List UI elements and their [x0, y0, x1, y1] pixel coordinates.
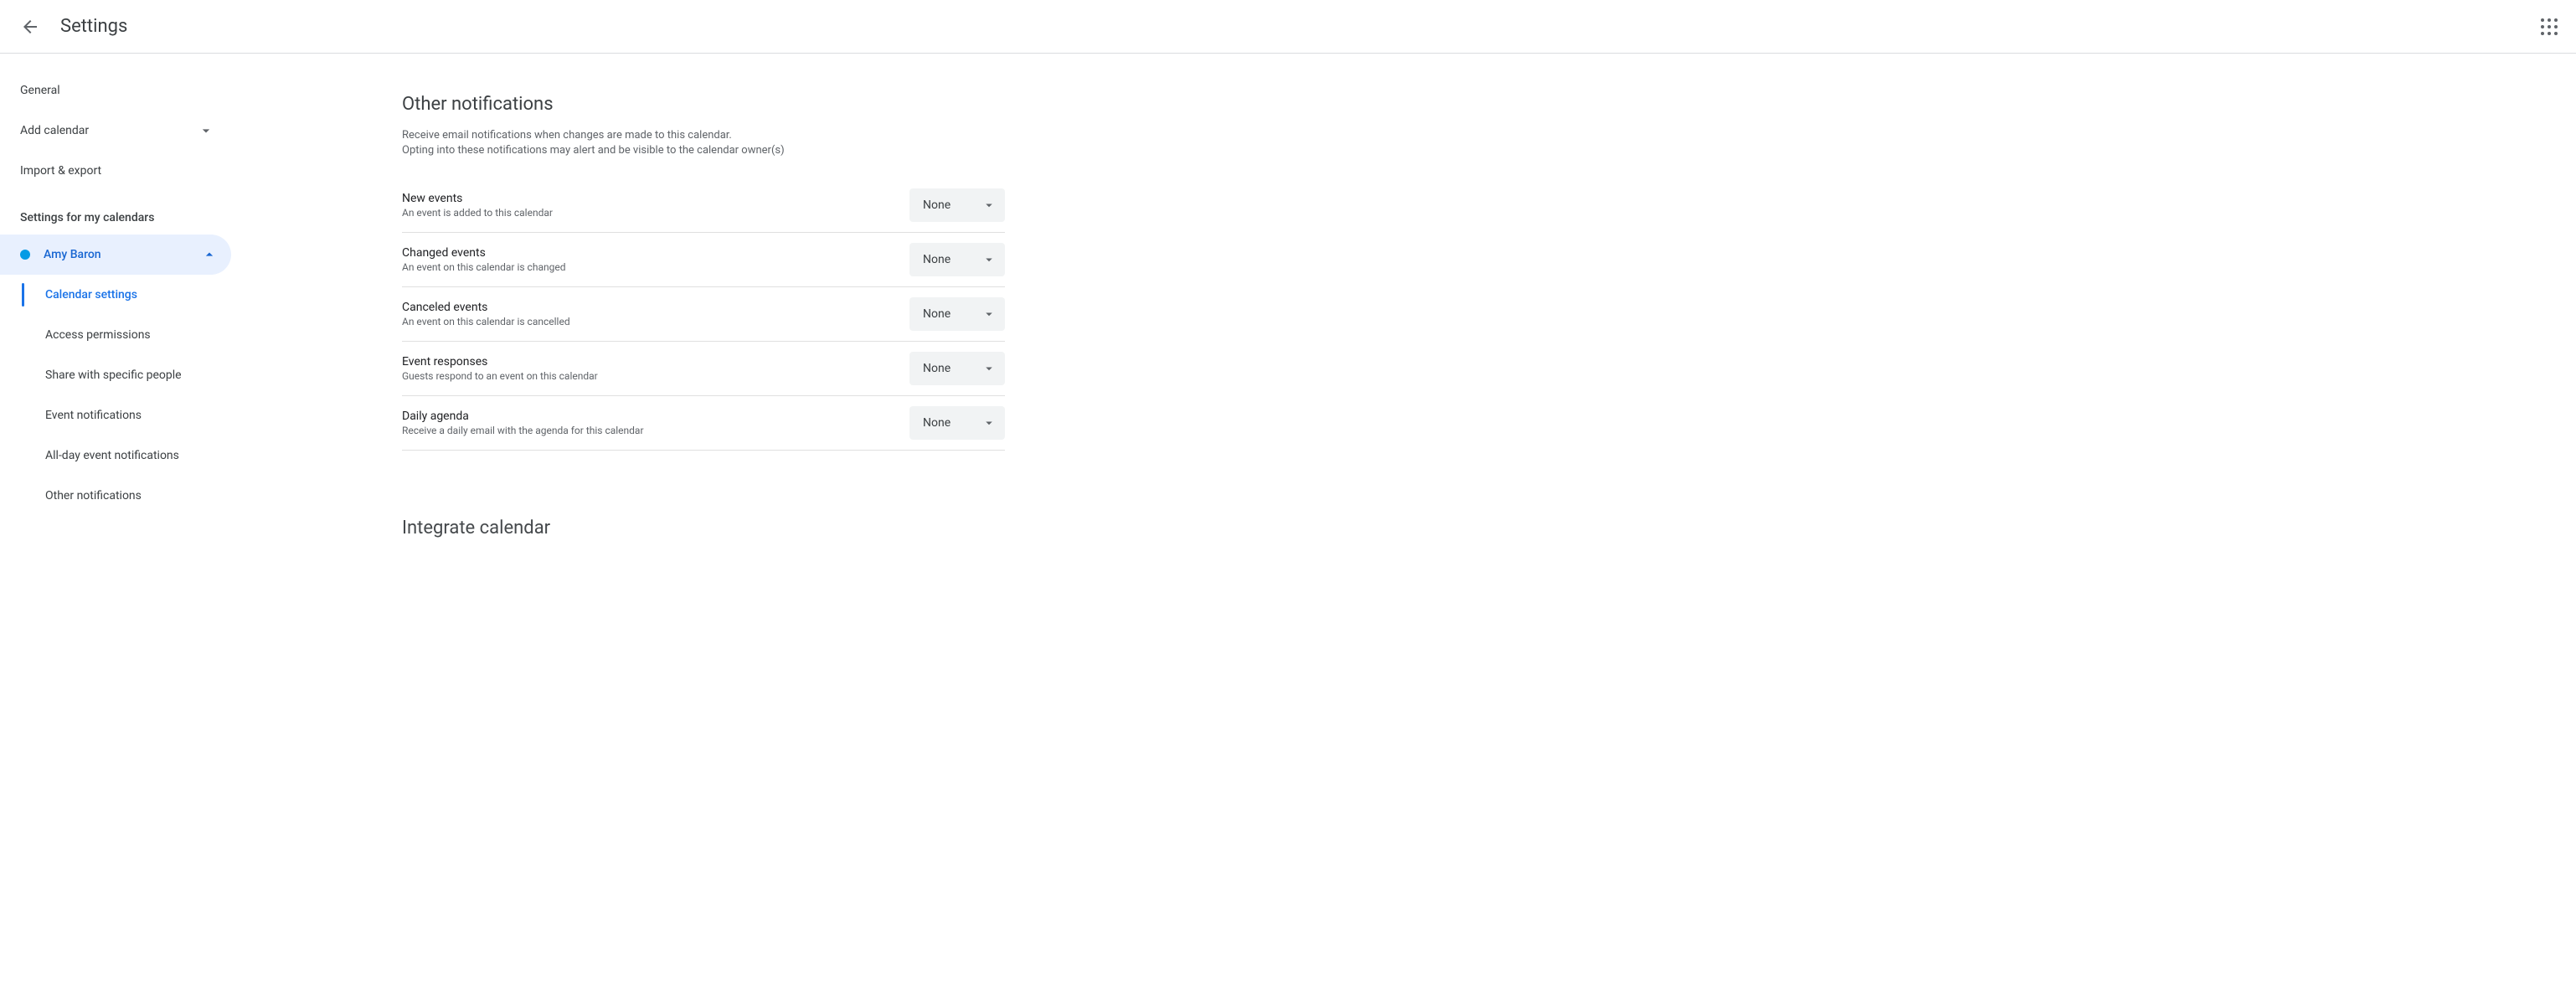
back-button[interactable] [13, 10, 47, 44]
next-section-title: Integrate calendar [402, 518, 1005, 539]
row-event-responses: Event responses Guests respond to an eve… [402, 342, 1005, 396]
calendar-color-dot [20, 250, 30, 260]
select-daily-agenda[interactable]: None [909, 406, 1005, 440]
nav-label: Import & export [20, 164, 101, 178]
row-changed-events: Changed events An event on this calendar… [402, 233, 1005, 287]
apps-button[interactable] [2532, 10, 2566, 44]
subnav-calendar-settings[interactable]: Calendar settings [22, 275, 234, 315]
row-text: Canceled events An event on this calenda… [402, 301, 909, 327]
subnav-allday-notifications[interactable]: All-day event notifications [22, 436, 234, 476]
dropdown-icon [981, 361, 997, 376]
apps-icon [2541, 18, 2558, 35]
other-notifications-panel: Other notifications Receive email notifi… [402, 94, 1005, 539]
nav-import-export[interactable]: Import & export [0, 151, 234, 191]
nav-label: General [20, 84, 60, 97]
subnav-label: Calendar settings [45, 288, 137, 302]
row-label: New events [402, 192, 909, 205]
row-label: Daily agenda [402, 410, 909, 423]
select-value: None [923, 198, 951, 212]
calendar-name: Amy Baron [44, 248, 101, 261]
chevron-down-icon [198, 122, 214, 139]
desc-line-2: Opting into these notifications may aler… [402, 144, 785, 157]
select-value: None [923, 307, 951, 321]
dropdown-icon [981, 252, 997, 267]
select-event-responses[interactable]: None [909, 352, 1005, 385]
subnav-event-notifications[interactable]: Event notifications [22, 395, 234, 436]
chevron-up-icon [201, 246, 218, 263]
row-text: Daily agenda Receive a daily email with … [402, 410, 909, 436]
row-sub: An event on this calendar is cancelled [402, 316, 909, 327]
sidebar: General Add calendar Import & export Set… [0, 54, 234, 1005]
arrow-back-icon [20, 17, 40, 37]
panel-description: Receive email notifications when changes… [402, 128, 1005, 158]
row-sub: An event on this calendar is changed [402, 261, 909, 273]
subnav-share-specific-people[interactable]: Share with specific people [22, 355, 234, 395]
subnav-label: Event notifications [45, 409, 142, 422]
page-title: Settings [60, 16, 127, 37]
select-new-events[interactable]: None [909, 188, 1005, 222]
dropdown-icon [981, 307, 997, 322]
row-sub: An event is added to this calendar [402, 207, 909, 219]
dropdown-icon [981, 415, 997, 430]
select-changed-events[interactable]: None [909, 243, 1005, 276]
subnav-label: Access permissions [45, 328, 151, 342]
row-sub: Receive a daily email with the agenda fo… [402, 425, 909, 436]
subnav-label: Share with specific people [45, 368, 182, 382]
select-value: None [923, 253, 951, 266]
row-label: Changed events [402, 246, 909, 260]
row-label: Canceled events [402, 301, 909, 314]
desc-line-1: Receive email notifications when changes… [402, 129, 732, 142]
row-canceled-events: Canceled events An event on this calenda… [402, 287, 1005, 342]
panel-title: Other notifications [402, 94, 1005, 115]
dropdown-icon [981, 198, 997, 213]
header: Settings [0, 0, 2576, 54]
nav-add-calendar[interactable]: Add calendar [0, 111, 234, 151]
row-new-events: New events An event is added to this cal… [402, 178, 1005, 233]
nav-general[interactable]: General [0, 70, 234, 111]
subnav-other-notifications[interactable]: Other notifications [22, 476, 234, 516]
row-text: Changed events An event on this calendar… [402, 246, 909, 273]
subnav-access-permissions[interactable]: Access permissions [22, 315, 234, 355]
select-canceled-events[interactable]: None [909, 297, 1005, 331]
row-text: Event responses Guests respond to an eve… [402, 355, 909, 382]
body: General Add calendar Import & export Set… [0, 54, 2576, 1005]
subnav-label: All-day event notifications [45, 449, 179, 462]
select-value: None [923, 362, 951, 375]
sidebar-section-heading: Settings for my calendars [0, 191, 234, 234]
row-daily-agenda: Daily agenda Receive a daily email with … [402, 396, 1005, 451]
calendar-item-amy-baron[interactable]: Amy Baron [0, 234, 231, 275]
nav-label: Add calendar [20, 124, 89, 137]
calendar-subnav: Calendar settings Access permissions Sha… [20, 275, 234, 516]
row-label: Event responses [402, 355, 909, 368]
row-sub: Guests respond to an event on this calen… [402, 370, 909, 382]
subnav-label: Other notifications [45, 489, 142, 502]
main-content: Other notifications Receive email notifi… [234, 54, 2576, 1005]
row-text: New events An event is added to this cal… [402, 192, 909, 219]
select-value: None [923, 416, 951, 430]
